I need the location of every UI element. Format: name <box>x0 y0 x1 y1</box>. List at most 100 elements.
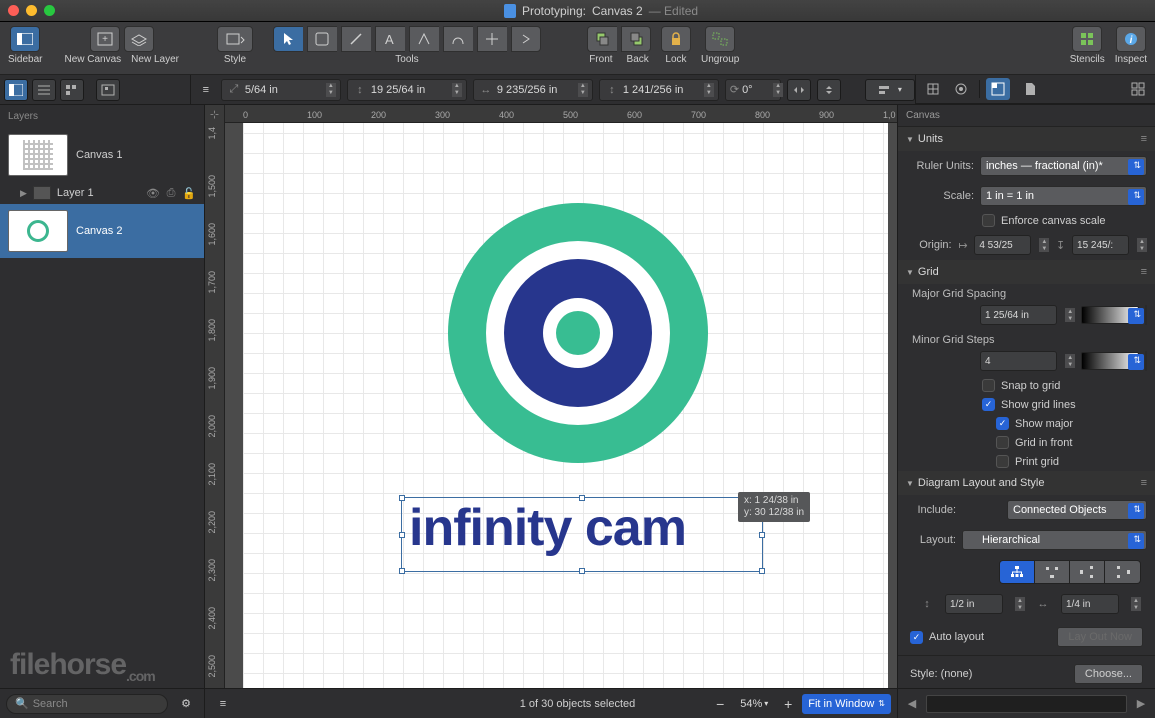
nav-well[interactable] <box>926 695 1127 713</box>
print-icon[interactable]: ⎙ <box>164 186 178 200</box>
lay-out-now-button[interactable]: Lay Out Now <box>1057 627 1143 647</box>
menu-icon[interactable]: ≡ <box>1141 477 1147 489</box>
layout-section-header[interactable]: ▼Diagram Layout and Style≡ <box>898 471 1155 495</box>
inspector-tab-object[interactable] <box>921 78 945 100</box>
lock-button[interactable] <box>661 26 691 52</box>
line-tool[interactable] <box>341 26 371 52</box>
pen-tool[interactable] <box>409 26 439 52</box>
bezier-tool[interactable] <box>443 26 473 52</box>
canvas-page[interactable]: infinity cam x: 1 24/38 in y: 30 12/38 <box>243 123 888 688</box>
include-select[interactable]: Connected Objects <box>1007 500 1147 520</box>
resize-handle[interactable] <box>759 532 765 538</box>
show-grid-checkbox[interactable]: ✓ <box>982 398 995 411</box>
inspector-tab-properties[interactable] <box>949 78 973 100</box>
stencils-button[interactable] <box>1072 26 1102 52</box>
flip-v-button[interactable] <box>817 79 841 101</box>
minor-style-select[interactable] <box>1145 351 1147 371</box>
menu-icon[interactable]: ≡ <box>1141 266 1147 278</box>
ruler-horizontal[interactable]: ⊹ 01002003004005006007008009001,0 <box>205 105 897 123</box>
layer-item-1[interactable]: ▶ Layer 1 👁 ⎙ 🔓 <box>0 182 204 204</box>
disclosure-icon[interactable]: ▶ <box>20 188 27 199</box>
chevron-right-icon[interactable]: ▶ <box>1133 696 1149 712</box>
inspect-button[interactable]: i <box>1116 26 1146 52</box>
dir-left[interactable] <box>1105 561 1140 583</box>
style-button[interactable] <box>217 26 253 52</box>
canvas-item-1[interactable]: Canvas 1 <box>0 128 204 182</box>
new-layer-button[interactable] <box>124 26 154 52</box>
vspacing-field[interactable] <box>945 594 1003 614</box>
origin-y-field[interactable] <box>1072 235 1129 255</box>
align-menu[interactable]: ▾ <box>865 79 915 101</box>
resize-handle[interactable] <box>399 568 405 574</box>
text-tool[interactable]: A <box>375 26 405 52</box>
view-selection-button[interactable] <box>96 79 120 101</box>
dir-down[interactable] <box>1000 561 1035 583</box>
menu-icon[interactable]: ≡ <box>1141 133 1147 145</box>
x-field[interactable]: ⤢▲▼ <box>221 79 341 101</box>
minor-grid-field[interactable] <box>980 351 1057 371</box>
choose-style-button[interactable]: Choose... <box>1074 664 1143 684</box>
ruler-corner[interactable]: ⊹ <box>205 105 225 123</box>
inspector-tab-document[interactable] <box>1018 78 1042 100</box>
grid-section-header[interactable]: ▼Grid≡ <box>898 260 1155 284</box>
major-style-select[interactable] <box>1145 305 1147 325</box>
major-grid-field[interactable] <box>980 305 1057 325</box>
new-canvas-button[interactable]: + <box>90 26 120 52</box>
view-toggle[interactable]: ≡ <box>211 693 235 715</box>
dir-up[interactable] <box>1035 561 1070 583</box>
zoom-in-button[interactable]: + <box>776 693 800 715</box>
close-window-button[interactable] <box>8 5 19 16</box>
resize-handle[interactable] <box>579 568 585 574</box>
canvas-viewport[interactable]: infinity cam x: 1 24/38 in y: 30 12/38 <box>225 123 897 688</box>
inspector-tab-canvas[interactable] <box>986 78 1010 100</box>
hspacing-field[interactable] <box>1061 594 1119 614</box>
h-field[interactable]: ↕▲▼ <box>599 79 719 101</box>
resize-handle[interactable] <box>399 532 405 538</box>
settings-button[interactable]: ⚙ <box>174 693 198 715</box>
view-thumbnails-button[interactable] <box>4 79 28 101</box>
w-field[interactable]: ↔▲▼ <box>473 79 593 101</box>
view-outline-button[interactable] <box>60 79 84 101</box>
flip-h-button[interactable] <box>787 79 811 101</box>
lock-icon[interactable]: 🔓 <box>182 186 196 200</box>
resize-handle[interactable] <box>759 568 765 574</box>
resize-handle[interactable] <box>399 495 405 501</box>
chevron-left-icon[interactable]: ◀ <box>904 696 920 712</box>
search-input[interactable]: 🔍Search <box>6 694 168 714</box>
zoom-out-button[interactable]: − <box>708 693 732 715</box>
layout-select[interactable]: Hierarchical <box>962 530 1147 550</box>
grid-front-checkbox[interactable] <box>996 436 1009 449</box>
ruler-vertical[interactable]: 1,41,5001,6001,7001,8001,9002,0002,1002,… <box>205 123 225 688</box>
inspector-tab-grid[interactable] <box>1126 78 1150 100</box>
fit-select[interactable]: Fit in Window ⇅ <box>802 694 891 714</box>
shape-tool[interactable] <box>307 26 337 52</box>
dim-toggle[interactable]: ≡ <box>197 79 215 101</box>
select-tool[interactable] <box>273 26 303 52</box>
ungroup-button[interactable] <box>705 26 735 52</box>
view-list-button[interactable] <box>32 79 56 101</box>
print-grid-checkbox[interactable] <box>996 455 1009 468</box>
auto-layout-checkbox[interactable]: ✓ <box>910 631 923 644</box>
visibility-icon[interactable]: 👁 <box>146 186 160 200</box>
expand-tool[interactable] <box>511 26 541 52</box>
show-major-checkbox[interactable]: ✓ <box>996 417 1009 430</box>
enforce-scale-checkbox[interactable] <box>982 214 995 227</box>
origin-x-field[interactable] <box>974 235 1031 255</box>
point-tool[interactable] <box>477 26 507 52</box>
zoom-level[interactable]: 54% ▾ <box>734 694 774 714</box>
snap-checkbox[interactable] <box>982 379 995 392</box>
front-button[interactable] <box>587 26 617 52</box>
resize-handle[interactable] <box>579 495 585 501</box>
ruler-units-select[interactable]: inches — fractional (in)* <box>980 156 1147 176</box>
back-button[interactable] <box>621 26 651 52</box>
toggle-sidebar-button[interactable] <box>10 26 40 52</box>
units-section-header[interactable]: ▼Units≡ <box>898 127 1155 151</box>
target-shape[interactable] <box>448 203 708 463</box>
minimize-window-button[interactable] <box>26 5 37 16</box>
scale-select[interactable]: 1 in = 1 in <box>980 186 1147 206</box>
zoom-window-button[interactable] <box>44 5 55 16</box>
rot-field[interactable]: ⟳▲▼ <box>725 79 781 101</box>
dir-right[interactable] <box>1070 561 1105 583</box>
canvas-item-2[interactable]: Canvas 2 <box>0 204 204 258</box>
y-field[interactable]: ↕▲▼ <box>347 79 467 101</box>
